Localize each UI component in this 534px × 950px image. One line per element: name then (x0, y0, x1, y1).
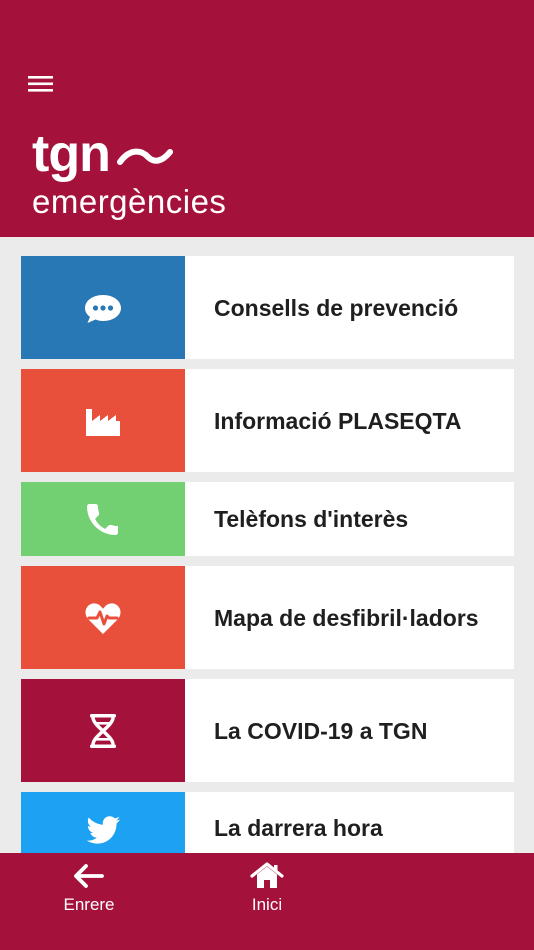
menu-item-plaseqta[interactable]: Informació PLASEQTA (21, 369, 514, 472)
menu-item-label: Mapa de desfibril·ladors (214, 604, 479, 631)
twitter-icon (86, 816, 120, 844)
app-header: tgn emergències (0, 0, 534, 237)
menu-item-covid[interactable]: La COVID-19 a TGN (21, 679, 514, 782)
menu-item-icon-box (21, 256, 185, 359)
menu-item-telefons[interactable]: Telèfons d'interès (21, 482, 514, 556)
menu-item-consells[interactable]: Consells de prevenció (21, 256, 514, 359)
menu-item-label: Informació PLASEQTA (214, 407, 462, 434)
logo-subtitle: emergències (32, 183, 227, 220)
menu-item-desfibril[interactable]: Mapa de desfibril·ladors (21, 566, 514, 669)
menu-item-label: Consells de prevenció (214, 294, 459, 321)
logo-main-text: tgn (32, 125, 111, 183)
menu-item-icon-box (21, 679, 185, 782)
menu-item-icon-box (21, 566, 185, 669)
factory-icon (86, 408, 120, 436)
app: tgn emergències Consells de prevenció In… (0, 0, 534, 950)
menu-item-label: Telèfons d'interès (214, 506, 409, 532)
menu-item-label: La COVID-19 a TGN (214, 717, 428, 744)
hamburger-icon (28, 76, 53, 92)
back-button[interactable]: Enrere (44, 861, 134, 915)
phone-icon (87, 504, 118, 535)
menu-button[interactable] (22, 70, 58, 98)
home-icon (250, 862, 284, 888)
menu-item-icon-box (21, 369, 185, 472)
bottom-nav: Enrere Inici (0, 853, 534, 950)
dna-icon (90, 713, 116, 748)
menu-item-icon-box (21, 482, 185, 556)
arrow-left-icon (74, 864, 104, 888)
chat-bubble-icon (85, 294, 121, 323)
back-label: Enrere (63, 895, 115, 914)
wave-icon (116, 148, 173, 165)
home-label: Inici (251, 895, 283, 914)
logo: tgn emergències (32, 128, 226, 220)
heartbeat-icon (85, 602, 121, 634)
home-button[interactable]: Inici (222, 861, 312, 915)
menu-list: Consells de prevenció Informació PLASEQT… (21, 256, 514, 905)
